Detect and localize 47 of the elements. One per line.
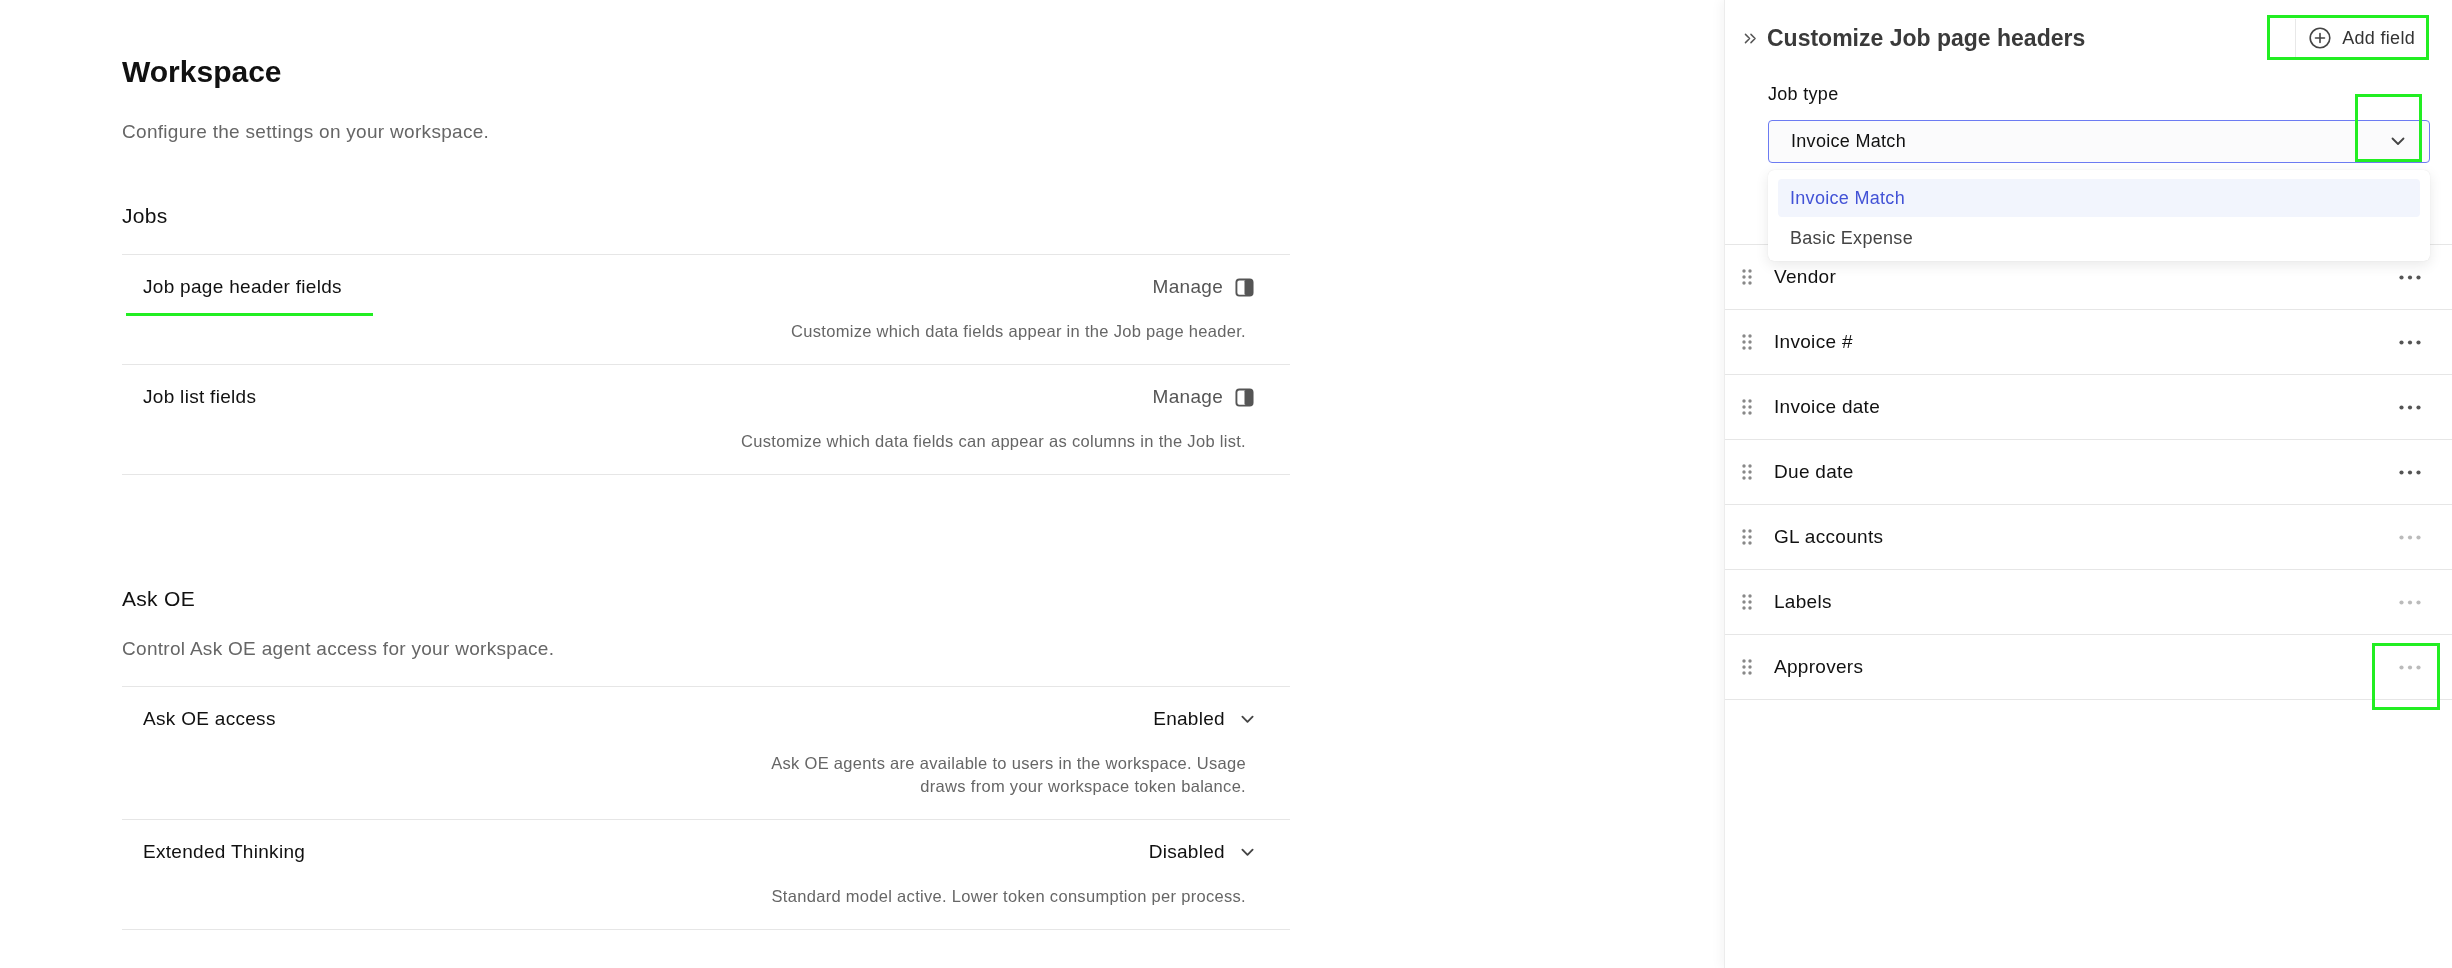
section-description: Control Ask OE agent access for your workspace. (122, 637, 556, 661)
drag-handle-icon[interactable] (1742, 464, 1752, 480)
manage-button[interactable]: Manage (1152, 384, 1254, 410)
plus-circle-icon (2309, 27, 2332, 49)
field-name: GL accounts (1774, 526, 1885, 548)
setting-description: Ask OE agents are available to users in the workspace. Usage draws from your workspace token balance. (770, 753, 1247, 797)
more-icon[interactable] (2399, 274, 2421, 280)
field-name: Invoice # (1774, 331, 1854, 353)
drag-handle-icon[interactable] (1742, 399, 1752, 415)
drag-handle-icon[interactable] (1742, 659, 1752, 675)
field-name: Vendor (1774, 266, 1838, 288)
job-type-select[interactable]: Invoice Match (1768, 120, 2430, 163)
status-dropdown[interactable]: Enabled (1153, 706, 1254, 732)
drag-handle-icon[interactable] (1742, 594, 1752, 610)
section-title: Jobs (122, 203, 169, 229)
dropdown-option[interactable]: Invoice Match (1778, 179, 2420, 217)
chevron-down-icon (1241, 714, 1254, 724)
setting-description: Customize which data fields can appear as columns in the Job list. (740, 431, 1247, 452)
page-title: Workspace (122, 54, 283, 90)
setting-label: Job list fields (143, 385, 257, 409)
field-label: Job type (1768, 83, 1840, 106)
panel-title: Customize Job page headers (1767, 24, 2087, 53)
setting-label: Job page header fields (143, 275, 342, 299)
chevron-down-icon (1241, 847, 1254, 857)
chevron-down-icon (2391, 137, 2405, 146)
dropdown-option[interactable]: Basic Expense (1778, 219, 2420, 257)
section-title: Ask OE (122, 586, 196, 612)
side-panel-icon (1235, 387, 1254, 407)
drag-handle-icon[interactable] (1742, 529, 1752, 545)
setting-label: Extended Thinking (143, 840, 306, 864)
setting-label: Ask OE access (143, 707, 276, 731)
setting-description: Standard model active. Lower token consumption per process. (770, 886, 1247, 907)
double-chevron-icon[interactable] (1744, 32, 1757, 44)
more-icon[interactable] (2399, 404, 2421, 410)
drag-handle-icon[interactable] (1742, 334, 1752, 350)
field-name: Labels (1774, 591, 1833, 613)
status-dropdown[interactable]: Disabled (1148, 839, 1254, 865)
more-icon[interactable] (2399, 339, 2421, 345)
drag-handle-icon[interactable] (1742, 269, 1752, 285)
setting-description: Customize which data fields appear in the Job page header. (790, 321, 1247, 342)
field-name: Due date (1774, 461, 1855, 483)
page-description: Configure the settings on your workspace. (122, 120, 491, 144)
manage-button[interactable]: Manage (1152, 274, 1254, 300)
field-name: Invoice date (1774, 396, 1882, 418)
field-name: Approvers (1774, 656, 1865, 678)
side-panel-icon (1235, 277, 1254, 297)
more-icon[interactable] (2399, 469, 2421, 475)
